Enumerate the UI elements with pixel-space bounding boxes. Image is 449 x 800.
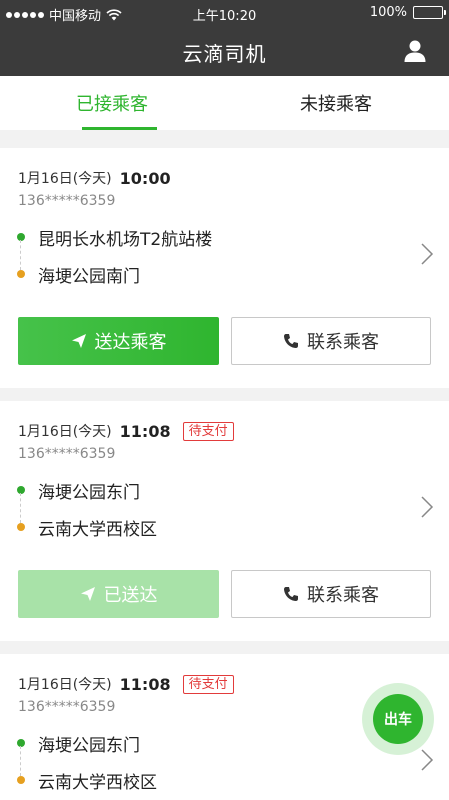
order-datetime: 1月16日(今天) 10:00: [18, 168, 171, 188]
chevron-right-icon[interactable]: [419, 495, 435, 519]
contact-passenger-label: 联系乘客: [307, 332, 379, 353]
start-dot-icon: [17, 233, 25, 241]
dropoff-location: 云南大学西校区: [38, 520, 157, 540]
dropoff-location: 云南大学西校区: [38, 773, 157, 793]
end-dot-icon: [17, 270, 25, 278]
route-line: [20, 240, 21, 270]
order-date: 1月16日(今天): [18, 677, 112, 693]
nav-bar: 云滴司机: [0, 26, 449, 76]
dropoff-location: 海埂公园南门: [38, 267, 140, 287]
contact-passenger-button[interactable]: 联系乘客: [231, 570, 431, 618]
pickup-location: 海埂公园东门: [38, 483, 140, 503]
tab-accepted[interactable]: 已接乘客: [0, 76, 224, 130]
status-badge: 待支付: [182, 674, 234, 694]
user-icon[interactable]: [403, 39, 427, 63]
page-title: 云滴司机: [182, 42, 267, 66]
start-driving-button[interactable]: 出车: [373, 694, 423, 744]
status-bar: 中国移动 上午10:20 100%: [0, 0, 449, 26]
status-bar-right: 100%: [369, 5, 446, 20]
phone-icon: [284, 587, 298, 601]
deliver-passenger-button[interactable]: 送达乘客: [18, 317, 219, 365]
passenger-phone: 136*****6359: [18, 446, 116, 462]
order-card: 1月16日(今天) 10:00 136*****6359 昆明长水机场T2航站楼…: [0, 148, 449, 388]
send-icon: [80, 587, 95, 601]
order-time: 11:08: [119, 421, 171, 441]
chevron-right-icon[interactable]: [419, 242, 435, 266]
end-dot-icon: [17, 776, 25, 784]
order-date: 1月16日(今天): [18, 171, 112, 187]
battery-percent: 100%: [369, 5, 407, 20]
pickup-location: 海埂公园东门: [38, 736, 140, 756]
order-datetime: 1月16日(今天) 11:08 待支付: [18, 674, 234, 694]
delivered-button[interactable]: 已送达: [18, 570, 219, 618]
route-line: [20, 746, 21, 776]
passenger-phone: 136*****6359: [18, 193, 116, 209]
deliver-passenger-label: 送达乘客: [94, 332, 167, 353]
passenger-phone: 136*****6359: [18, 699, 116, 715]
route-line: [20, 493, 21, 523]
contact-passenger-label: 联系乘客: [307, 585, 379, 606]
start-dot-icon: [17, 486, 25, 494]
phone-icon: [284, 334, 298, 348]
order-time: 10:00: [119, 168, 171, 188]
pickup-location: 昆明长水机场T2航站楼: [38, 230, 213, 250]
start-dot-icon: [17, 739, 25, 747]
send-icon: [71, 334, 86, 348]
end-dot-icon: [17, 523, 25, 531]
delivered-label: 已送达: [103, 585, 158, 606]
chevron-right-icon[interactable]: [419, 748, 435, 772]
order-datetime: 1月16日(今天) 11:08 待支付: [18, 421, 234, 441]
active-tab-indicator: [82, 127, 157, 130]
tab-bar: 已接乘客 未接乘客: [0, 76, 449, 130]
battery-icon: [413, 6, 446, 19]
status-badge: 待支付: [182, 421, 234, 441]
contact-passenger-button[interactable]: 联系乘客: [231, 317, 431, 365]
order-time: 11:08: [119, 674, 171, 694]
tab-not-accepted[interactable]: 未接乘客: [224, 76, 448, 130]
order-date: 1月16日(今天): [18, 424, 112, 440]
order-card: 1月16日(今天) 11:08 待支付 136*****6359 海埂公园东门 …: [0, 401, 449, 641]
